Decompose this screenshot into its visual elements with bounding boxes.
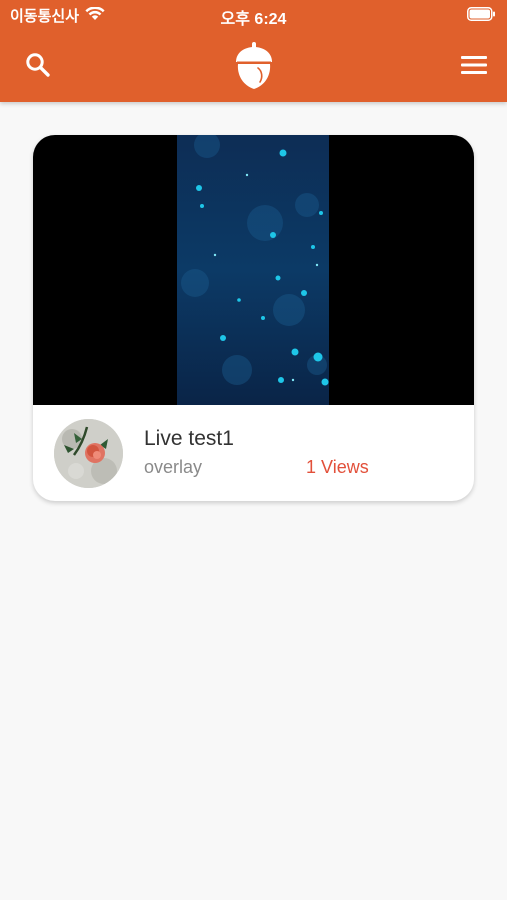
- app-header: 이동통신사 오후 6:24: [0, 0, 507, 102]
- video-frame-image: [177, 135, 329, 405]
- avatar[interactable]: [54, 419, 123, 488]
- rose-photo-image: [54, 419, 123, 488]
- search-button[interactable]: [16, 43, 60, 87]
- menu-button[interactable]: [452, 43, 496, 87]
- acorn-logo-icon: [236, 42, 272, 89]
- video-thumbnail[interactable]: [33, 135, 474, 405]
- status-time: 오후 6:24: [220, 11, 287, 28]
- view-count: 1 Views: [306, 457, 369, 477]
- live-stream-card[interactable]: Live test1 overlay 1 Views: [33, 135, 474, 501]
- battery-icon: [467, 7, 495, 21]
- status-bar: 이동통신사 오후 6:24: [0, 0, 507, 30]
- hamburger-menu-icon: [461, 56, 487, 74]
- stream-title: Live test1: [144, 427, 234, 450]
- search-icon: [26, 53, 50, 77]
- stream-subtitle: overlay: [144, 457, 203, 477]
